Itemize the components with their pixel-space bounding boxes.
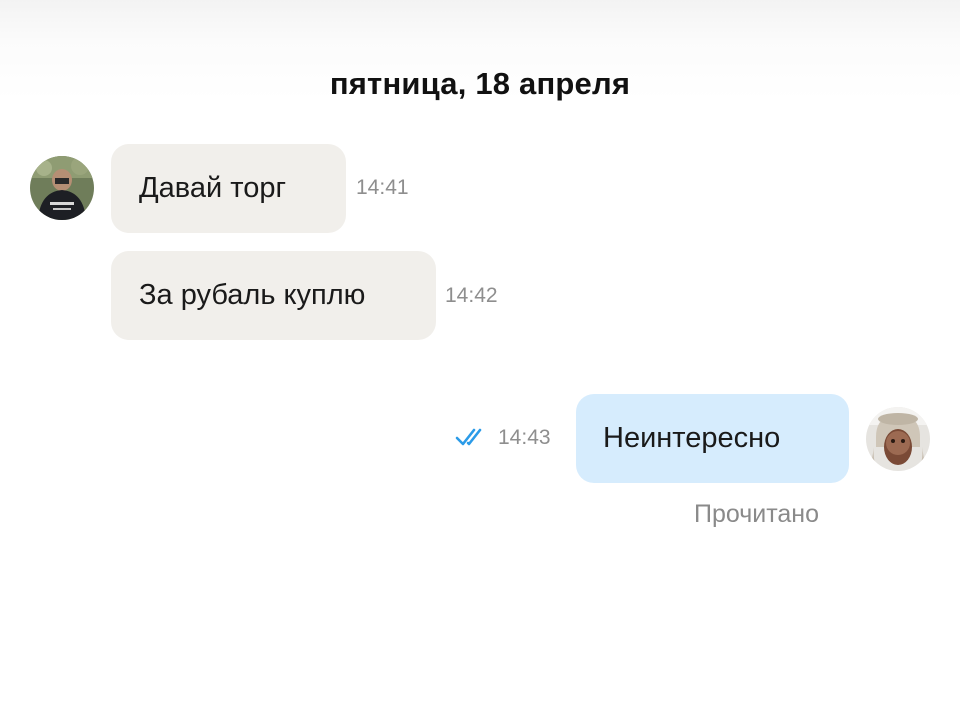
message-text: Неинтересно — [603, 422, 781, 454]
my-avatar[interactable] — [866, 407, 930, 471]
message-time: 14:43 — [498, 426, 551, 449]
my-avatar-image — [866, 407, 930, 471]
message-time: 14:42 — [445, 284, 498, 307]
read-status: Прочитано — [694, 500, 819, 528]
sender-avatar-image — [30, 156, 94, 220]
message-text: Давай торг — [139, 172, 287, 204]
message-text: За рубаль куплю — [139, 279, 366, 311]
message-bubble-outgoing[interactable]: Неинтересно — [576, 394, 849, 483]
sender-avatar[interactable] — [30, 156, 94, 220]
message-bubble-incoming[interactable]: За рубаль куплю — [111, 251, 436, 340]
date-header: пятница, 18 апреля — [329, 66, 631, 101]
double-check-icon — [455, 428, 482, 446]
message-bubble-incoming[interactable]: Давай торг — [111, 144, 346, 233]
message-time: 14:41 — [356, 176, 409, 199]
chat-screen: пятница, 18 апреля Давай торг 14:41 За р… — [0, 0, 960, 720]
